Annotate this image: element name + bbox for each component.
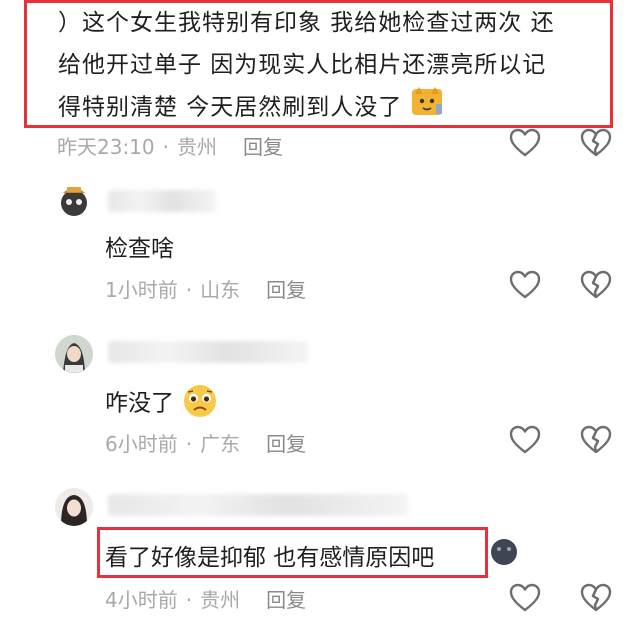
dislike-button[interactable]	[580, 128, 612, 158]
comment-time: 昨天23:10	[57, 135, 155, 159]
dislike-button[interactable]	[580, 270, 612, 300]
heart-outline-icon	[509, 425, 541, 454]
like-button[interactable]	[509, 128, 541, 158]
username-blurred	[108, 494, 408, 516]
broken-heart-icon	[580, 583, 612, 612]
like-button[interactable]	[509, 425, 541, 455]
main-comment-meta: 昨天23:10 · 贵州 回复	[57, 135, 283, 159]
worried-face-emoji	[181, 383, 219, 425]
main-comment-text: ）这个女生我特别有印象 我给她检查过两次 还 给他开过单子 因为现实人比相片还漂…	[58, 2, 603, 130]
reply-meta: 4小时前 · 贵州 回复	[105, 588, 307, 612]
like-button[interactable]	[509, 270, 541, 300]
broken-heart-icon	[580, 425, 612, 454]
comment-time: 4小时前	[105, 588, 178, 612]
main-comment-line-2: 给他开过单子 因为现实人比相片还漂亮所以记	[58, 52, 547, 78]
comment-location: 贵州	[200, 588, 241, 612]
comment-time: 6小时前	[105, 432, 178, 456]
reply-text: 咋没了	[105, 383, 219, 425]
avatar[interactable]	[55, 488, 93, 526]
reply-meta: 1小时前 · 山东 回复	[105, 278, 307, 302]
broken-heart-icon	[580, 270, 612, 299]
reply-meta: 6小时前 · 广东 回复	[105, 432, 307, 456]
comment-time: 1小时前	[105, 278, 178, 302]
reply-button[interactable]: 回复	[266, 588, 306, 612]
heart-outline-icon	[509, 270, 541, 299]
avatar[interactable]	[55, 335, 93, 373]
comment-location: 贵州	[177, 135, 217, 159]
dark-face-emoji	[489, 538, 519, 570]
heart-outline-icon	[509, 583, 541, 612]
dislike-button[interactable]	[580, 583, 612, 613]
main-comment-line-1: ）这个女生我特别有印象 我给她检查过两次 还	[58, 10, 555, 36]
reply-button[interactable]: 回复	[266, 432, 306, 456]
cat-sticker-icon	[411, 86, 443, 130]
avatar[interactable]	[55, 181, 93, 219]
like-button[interactable]	[509, 583, 541, 613]
main-comment-line-3: 得特别清楚 今天居然刷到人没了	[58, 86, 603, 130]
username-blurred	[108, 341, 308, 363]
username-blurred	[108, 190, 216, 212]
reply-text: 看了好像是抑郁 也有感情原因吧	[105, 545, 435, 571]
dislike-button[interactable]	[580, 425, 612, 455]
reply-text: 检查啥	[105, 236, 174, 262]
reply-button[interactable]: 回复	[243, 135, 283, 159]
comment-location: 山东	[200, 278, 241, 302]
heart-outline-icon	[509, 128, 541, 157]
reply-button[interactable]: 回复	[266, 278, 306, 302]
comment-location: 广东	[200, 432, 241, 456]
broken-heart-icon	[580, 128, 612, 157]
